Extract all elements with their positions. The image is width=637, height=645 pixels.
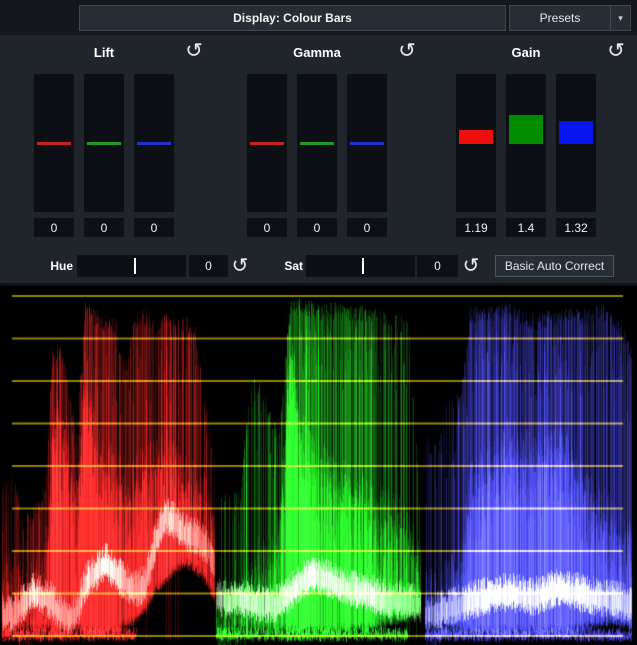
gamma-section: Gamma ↺ 0 0 0: [247, 35, 387, 255]
basic-auto-correct-button[interactable]: Basic Auto Correct: [495, 255, 614, 277]
hue-label: Hue: [38, 259, 73, 273]
lift-reset-icon[interactable]: ↺: [182, 39, 205, 63]
gamma-red-value: 0: [247, 218, 287, 237]
gamma-green-handle[interactable]: [300, 142, 334, 145]
lift-blue-slider[interactable]: [134, 74, 174, 212]
sat-reset-icon[interactable]: ↺: [460, 254, 482, 278]
lift-green-slider[interactable]: [84, 74, 124, 212]
lift-section: Lift ↺ 0 0 0: [34, 35, 174, 255]
lift-blue-value: 0: [134, 218, 174, 237]
gain-red-slider[interactable]: [456, 74, 496, 212]
gain-blue-slider[interactable]: [556, 74, 596, 212]
gamma-green-slider[interactable]: [297, 74, 337, 212]
presets-group: Presets ▾: [509, 5, 631, 31]
gain-green-slider[interactable]: [506, 74, 546, 212]
sat-value: 0: [417, 255, 458, 277]
lift-red-handle[interactable]: [37, 142, 71, 145]
top-bar: Display: Colour Bars Presets ▾: [0, 0, 637, 35]
gain-green-handle[interactable]: [509, 115, 543, 144]
presets-button[interactable]: Presets: [510, 6, 610, 30]
gamma-blue-handle[interactable]: [350, 142, 384, 145]
lift-red-slider[interactable]: [34, 74, 74, 212]
lift-red-value: 0: [34, 218, 74, 237]
lift-blue-handle[interactable]: [137, 142, 171, 145]
gain-green-value: 1.4: [506, 218, 546, 237]
hue-slider[interactable]: [77, 255, 186, 277]
hue-value: 0: [189, 255, 228, 277]
gain-reset-icon[interactable]: ↺: [604, 39, 627, 63]
rgb-parade-canvas: [0, 283, 637, 645]
gain-blue-handle[interactable]: [559, 121, 593, 144]
gamma-reset-icon[interactable]: ↺: [395, 39, 418, 63]
presets-dropdown-arrow-icon[interactable]: ▾: [610, 6, 630, 30]
lift-label: Lift: [34, 45, 174, 60]
gain-section: Gain ↺ 1.19 1.4 1.32: [456, 35, 596, 255]
gain-label: Gain: [456, 45, 596, 60]
gamma-green-value: 0: [297, 218, 337, 237]
gamma-blue-value: 0: [347, 218, 387, 237]
lift-green-value: 0: [84, 218, 124, 237]
hue-sat-row: Hue 0 ↺ Sat 0 ↺ Basic Auto Correct: [0, 255, 637, 277]
gamma-red-slider[interactable]: [247, 74, 287, 212]
gain-red-value: 1.19: [456, 218, 496, 237]
display-mode-button[interactable]: Display: Colour Bars: [79, 5, 506, 31]
sat-slider[interactable]: [306, 255, 415, 277]
sat-slider-handle[interactable]: [362, 258, 364, 274]
lift-green-handle[interactable]: [87, 142, 121, 145]
sat-label: Sat: [268, 259, 303, 273]
waveform-scope: [0, 283, 637, 645]
hue-slider-handle[interactable]: [134, 258, 136, 274]
gamma-label: Gamma: [247, 45, 387, 60]
gain-blue-value: 1.32: [556, 218, 596, 237]
gain-red-handle[interactable]: [459, 130, 493, 144]
gamma-red-handle[interactable]: [250, 142, 284, 145]
hue-reset-icon[interactable]: ↺: [229, 254, 251, 278]
gamma-blue-slider[interactable]: [347, 74, 387, 212]
colour-correction-panel: Display: Colour Bars Presets ▾ Lift ↺ 0 …: [0, 0, 637, 645]
